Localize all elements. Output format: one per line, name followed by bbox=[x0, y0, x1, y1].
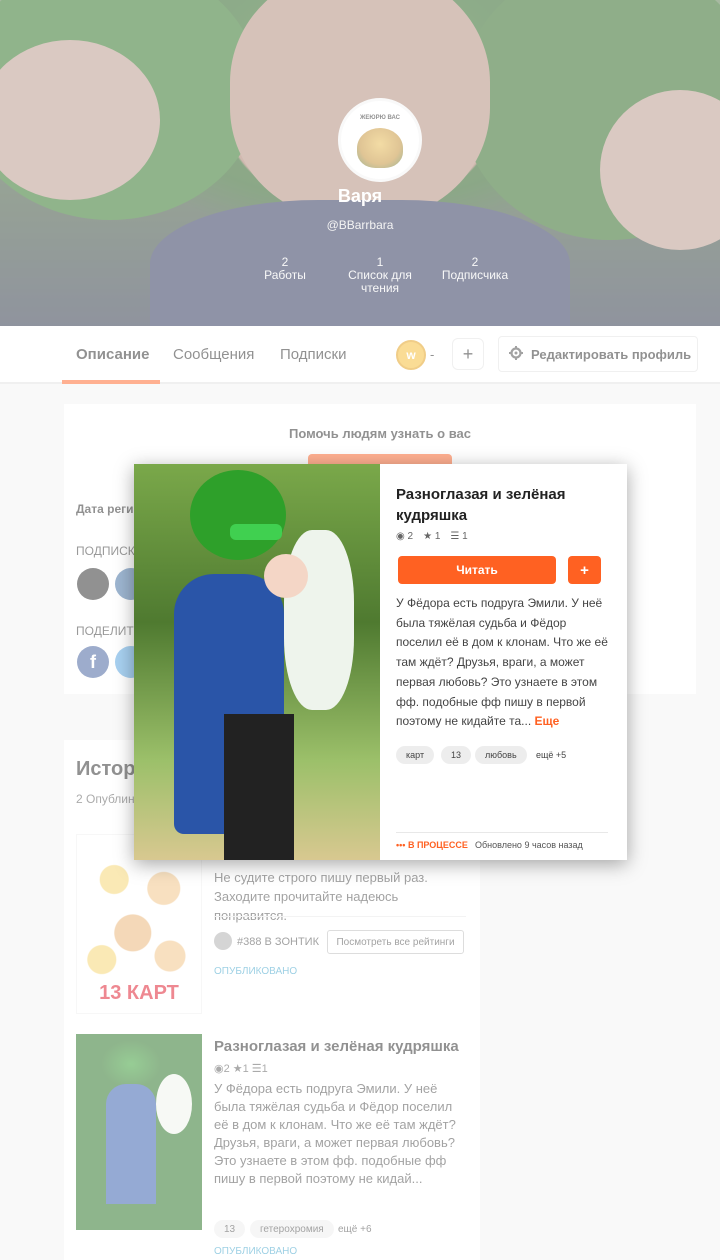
read-button[interactable]: Читать bbox=[398, 556, 556, 584]
list-icon: ☰ bbox=[450, 531, 460, 542]
divider bbox=[396, 832, 608, 833]
modal-story-cover[interactable] bbox=[134, 464, 380, 860]
close-icon[interactable]: ✕ bbox=[604, 431, 630, 459]
parts-stat: ☰ 1 bbox=[450, 531, 468, 542]
votes-stat: ★ 1 bbox=[423, 531, 441, 542]
modal-story-stats: ◉ 2 ★ 1 ☰ 1 bbox=[396, 531, 468, 542]
star-icon: ★ bbox=[423, 531, 433, 542]
updated-time: Обновлено 9 часов назад bbox=[475, 840, 583, 850]
read-more-link[interactable]: Еще bbox=[535, 714, 560, 728]
views-stat: ◉ 2 bbox=[396, 531, 414, 542]
more-tags[interactable]: ещё +5 bbox=[536, 750, 566, 760]
add-to-list-button[interactable]: + bbox=[568, 556, 601, 584]
tag[interactable]: любовь bbox=[475, 746, 527, 764]
story-preview-modal: Разноглазая и зелёная кудряшка ◉ 2 ★ 1 ☰… bbox=[134, 464, 627, 860]
modal-story-description: У Фёдора есть подруга Эмили. У неё была … bbox=[396, 596, 608, 729]
status-in-progress: ••• В ПРОЦЕССЕ bbox=[396, 840, 468, 850]
tag[interactable]: карт bbox=[396, 746, 435, 764]
tag[interactable]: 13 bbox=[441, 746, 472, 764]
modal-story-title: Разноглазая и зелёная кудряшка bbox=[396, 486, 566, 524]
eye-icon: ◉ bbox=[396, 531, 405, 542]
